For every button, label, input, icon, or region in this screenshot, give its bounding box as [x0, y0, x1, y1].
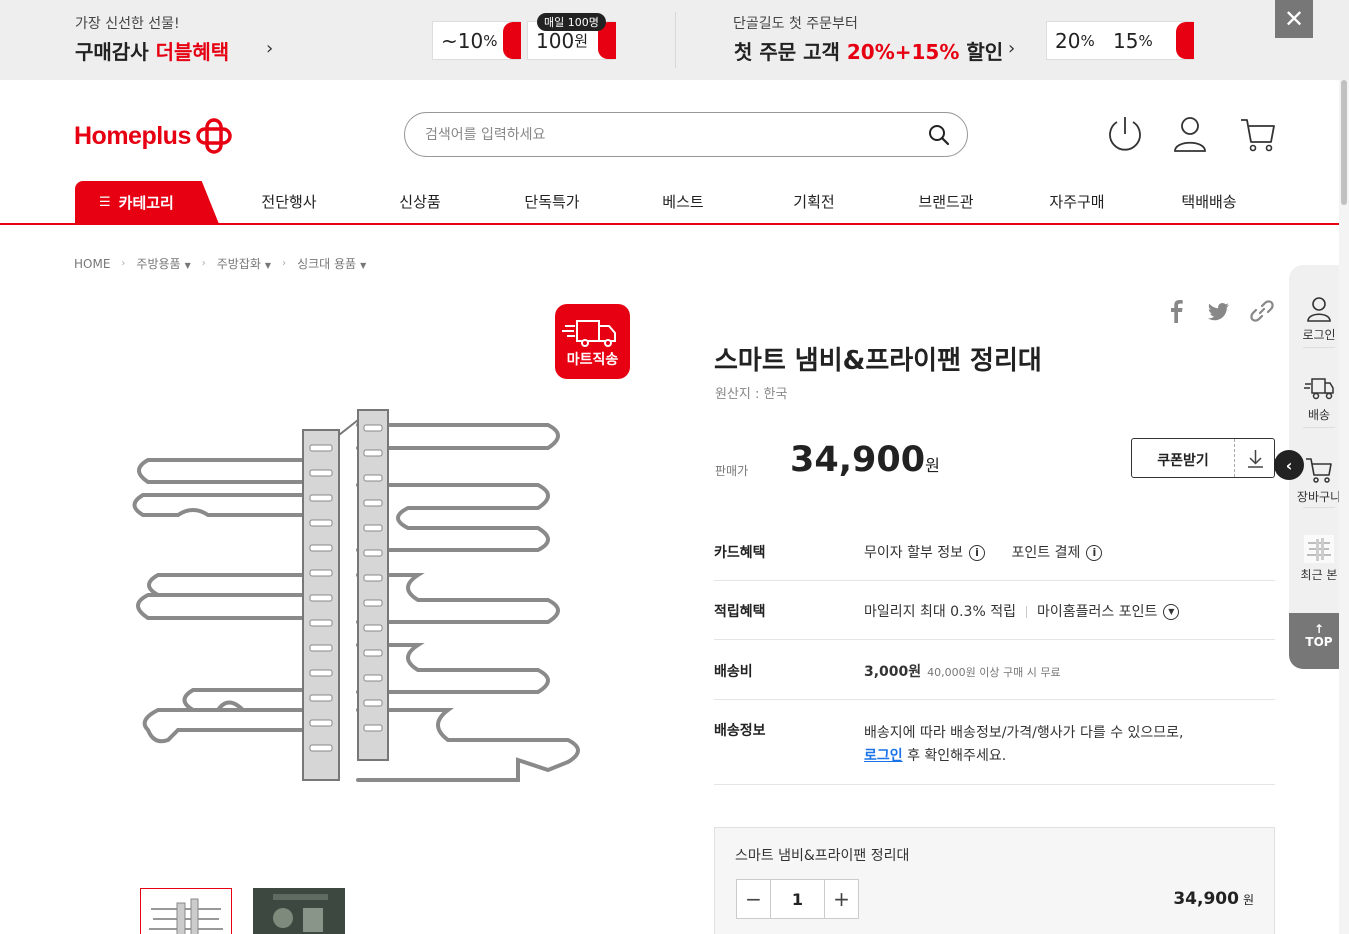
close-banner-button[interactable]: ✕ — [1275, 0, 1313, 38]
breadcrumb-sink[interactable]: 싱크대 용품 ▼ — [297, 255, 366, 272]
breadcrumb-separator-icon: › — [201, 258, 206, 269]
promo-coupon-discount: ~10% — [432, 21, 521, 60]
point-benefit-row: 적립혜택 마일리지 최대 0.3% 적립 마이홈플러스 포인트 ▼ — [714, 581, 1275, 640]
product-price: 34,900원 — [790, 440, 940, 480]
breadcrumb-separator-icon: › — [282, 258, 287, 269]
breadcrumb-kitchen-misc[interactable]: 주방잡화 ▼ — [217, 255, 271, 272]
search-icon[interactable] — [927, 123, 951, 151]
plus-button[interactable]: + — [825, 880, 858, 918]
nav-item-frequent[interactable]: 자주구매 — [1049, 191, 1104, 212]
daily-100-badge: 매일 100명 — [537, 13, 606, 31]
facebook-icon[interactable] — [1166, 298, 1186, 328]
promo-right-title[interactable]: 첫 주문 고객 20%+15% 할인 — [734, 36, 1003, 65]
nav-item-special[interactable]: 기획전 — [793, 191, 834, 212]
option-box: 스마트 냄비&프라이팬 정리대 − 1 + 34,900 원 — [714, 827, 1275, 934]
category-button[interactable]: ☰ 카테고리 — [75, 181, 219, 224]
price-label: 판매가 — [715, 464, 749, 478]
installment-info-link[interactable]: 무이자 할부 정보 — [864, 545, 963, 561]
breadcrumb-kitchen[interactable]: 주방용품 ▼ — [136, 255, 190, 272]
twitter-icon[interactable] — [1205, 298, 1231, 328]
shipping-info-row: 배송정보 배송지에 따라 배송정보/가격/행사가 다를 수 있으므로, 로그인 … — [714, 700, 1275, 785]
breadcrumb-separator-icon: › — [121, 258, 126, 269]
promo-coupon-15pct: 15% — [1105, 21, 1194, 60]
info-icon[interactable]: i — [1086, 545, 1103, 561]
homeplus-logo[interactable]: Homeplus — [74, 118, 233, 154]
chevron-right-icon[interactable]: › — [1008, 38, 1015, 59]
quantity-value[interactable]: 1 — [770, 880, 825, 918]
option-name: 스마트 냄비&프라이팬 정리대 — [735, 848, 910, 864]
search-input[interactable] — [425, 124, 905, 146]
quick-bar-toggle-chevron-left-icon[interactable]: ‹ — [1274, 450, 1304, 480]
card-benefit-row: 카드혜택 무이자 할부 정보 i 포인트 결제 i — [714, 521, 1275, 581]
mileage-text: 마일리지 최대 0.3% 적립 — [864, 604, 1016, 620]
page-scrollbar[interactable] — [1339, 80, 1349, 934]
scrollbar-thumb[interactable] — [1341, 80, 1347, 205]
dropdown-icon[interactable]: ▼ — [1163, 604, 1180, 620]
nav-item-best[interactable]: 베스트 — [662, 191, 703, 212]
product-thumbnail-2[interactable] — [253, 888, 345, 934]
info-icon[interactable]: i — [969, 545, 986, 561]
promo-divider — [675, 12, 676, 68]
minus-button[interactable]: − — [737, 880, 770, 918]
cart-icon — [1306, 458, 1332, 483]
download-icon — [1234, 439, 1275, 477]
logo-mark-icon — [196, 118, 232, 154]
shipping-info-text: 배송지에 따라 배송정보/가격/행사가 다를 수 있으므로, — [864, 725, 1184, 741]
promo-coupon-20pct: 20% — [1046, 21, 1106, 60]
nav-item-flyer[interactable]: 전단행사 — [261, 191, 316, 212]
search-box[interactable] — [404, 112, 968, 157]
recent-product-thumbnail — [1304, 535, 1334, 563]
hamburger-icon: ☰ — [99, 195, 111, 210]
promo-left-subtitle: 가장 신선한 선물! — [75, 16, 180, 32]
free-shipping-condition: 40,000원 이상 구매 시 무료 — [927, 666, 1061, 679]
product-title: 스마트 냄비&프라이팬 정리대 — [714, 346, 1042, 376]
promo-left-title[interactable]: 구매감사 더블혜택 — [75, 36, 229, 65]
get-coupon-button[interactable]: 쿠폰받기 — [1131, 438, 1275, 478]
cart-icon[interactable] — [1239, 114, 1277, 158]
breadcrumb: HOME › 주방용품 ▼ › 주방잡화 ▼ › 싱크대 용품 ▼ — [74, 255, 366, 272]
chevron-right-icon[interactable]: › — [266, 38, 273, 59]
login-link[interactable]: 로그인 — [864, 748, 903, 764]
breadcrumb-home[interactable]: HOME — [74, 257, 110, 271]
product-origin: 원산지 : 한국 — [715, 387, 788, 402]
nav-item-brand[interactable]: 브랜드관 — [918, 191, 973, 212]
delivery-truck-icon — [562, 320, 616, 347]
nav-item-new[interactable]: 신상품 — [399, 191, 440, 212]
myhomeplus-point-text: 마이홈플러스 포인트 — [1036, 604, 1158, 620]
mart-direct-badge: 마트직송 — [555, 304, 630, 379]
close-icon: ✕ — [1283, 5, 1305, 33]
shipping-fee-row: 배송비 3,000원 40,000원 이상 구매 시 무료 — [714, 640, 1275, 700]
quantity-stepper[interactable]: − 1 + — [736, 879, 859, 919]
product-main-image[interactable] — [118, 400, 598, 804]
shipping-info-text-2: 후 확인해주세요. — [902, 748, 1007, 764]
shipping-fee: 3,000원 — [864, 664, 922, 680]
promo-banner[interactable]: 가장 신선한 선물! 구매감사 더블혜택 › ~10% 100 원 매일 100명… — [0, 0, 1349, 80]
point-payment-link[interactable]: 포인트 결제 — [1012, 545, 1081, 561]
link-icon[interactable] — [1249, 298, 1275, 328]
option-amount: 34,900 원 — [1173, 889, 1254, 909]
delivery-truck-icon — [1304, 378, 1334, 400]
user-icon — [1307, 297, 1331, 322]
main-nav: ☰ 카테고리 전단행사 신상품 단독특가 베스트 기획전 브랜드관 자주구매 택배… — [0, 181, 1349, 225]
user-icon[interactable] — [1172, 114, 1208, 158]
product-thumbnail-1[interactable] — [140, 888, 232, 934]
power-icon[interactable] — [1107, 114, 1143, 158]
nav-item-exclusive[interactable]: 단독특가 — [524, 191, 579, 212]
promo-right-subtitle: 단골길도 첫 주문부터 — [733, 16, 858, 32]
nav-item-parcel[interactable]: 택배배송 — [1181, 191, 1236, 212]
